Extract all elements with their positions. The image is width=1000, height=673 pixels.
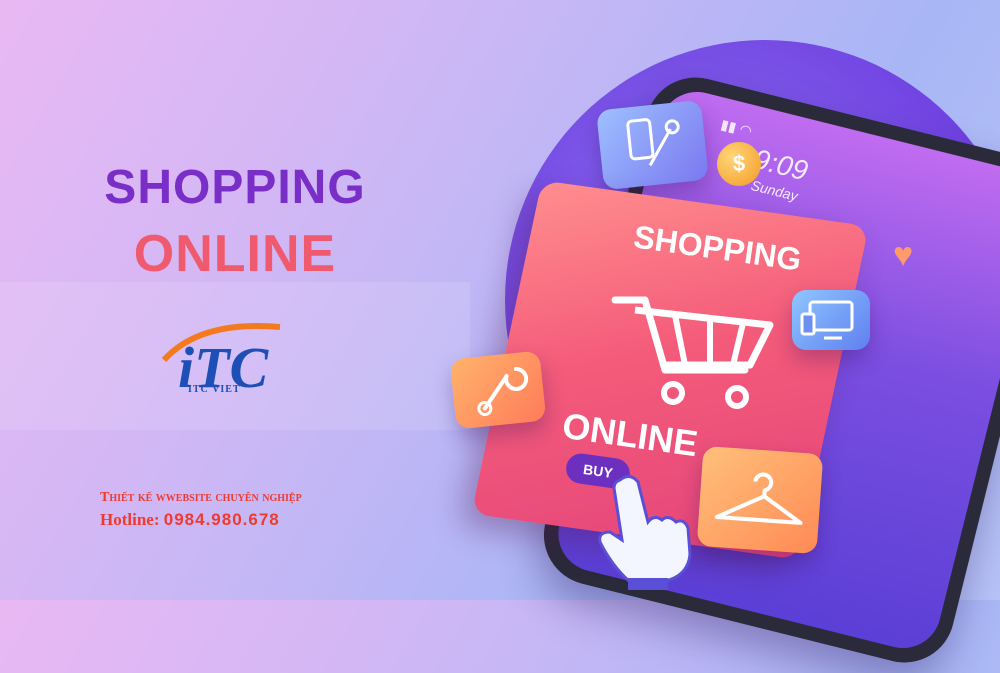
- hanger-tile: [696, 445, 824, 555]
- pointer-hand-icon: [598, 475, 692, 590]
- hotline: Hotline: 0984.980.678: [100, 510, 280, 530]
- monitor-tile: [792, 290, 870, 350]
- hotline-label: Hotline:: [100, 510, 160, 529]
- heart-icon: ♥: [893, 236, 914, 274]
- cart-icon: [611, 296, 774, 409]
- headline-online: ONLINE: [133, 225, 337, 283]
- hotline-number: 0984.980.678: [163, 510, 280, 529]
- headline-shopping: SHOPPING: [104, 161, 366, 214]
- phone-pen-icon: [626, 118, 680, 167]
- phone-pen-tile: [596, 99, 709, 191]
- wrench-tile: [449, 350, 547, 430]
- hanger-icon: [714, 472, 803, 525]
- tagline-text: Thiết kế wwebsite chuyên nghiệp: [100, 490, 302, 505]
- logo-text: ITC VIET: [188, 384, 241, 395]
- wrench-icon: [477, 367, 529, 416]
- coin-dollar-icon: $: [717, 142, 761, 186]
- monitor-icon: [800, 300, 854, 340]
- status-bar: ▮▮ ◠: [719, 115, 754, 140]
